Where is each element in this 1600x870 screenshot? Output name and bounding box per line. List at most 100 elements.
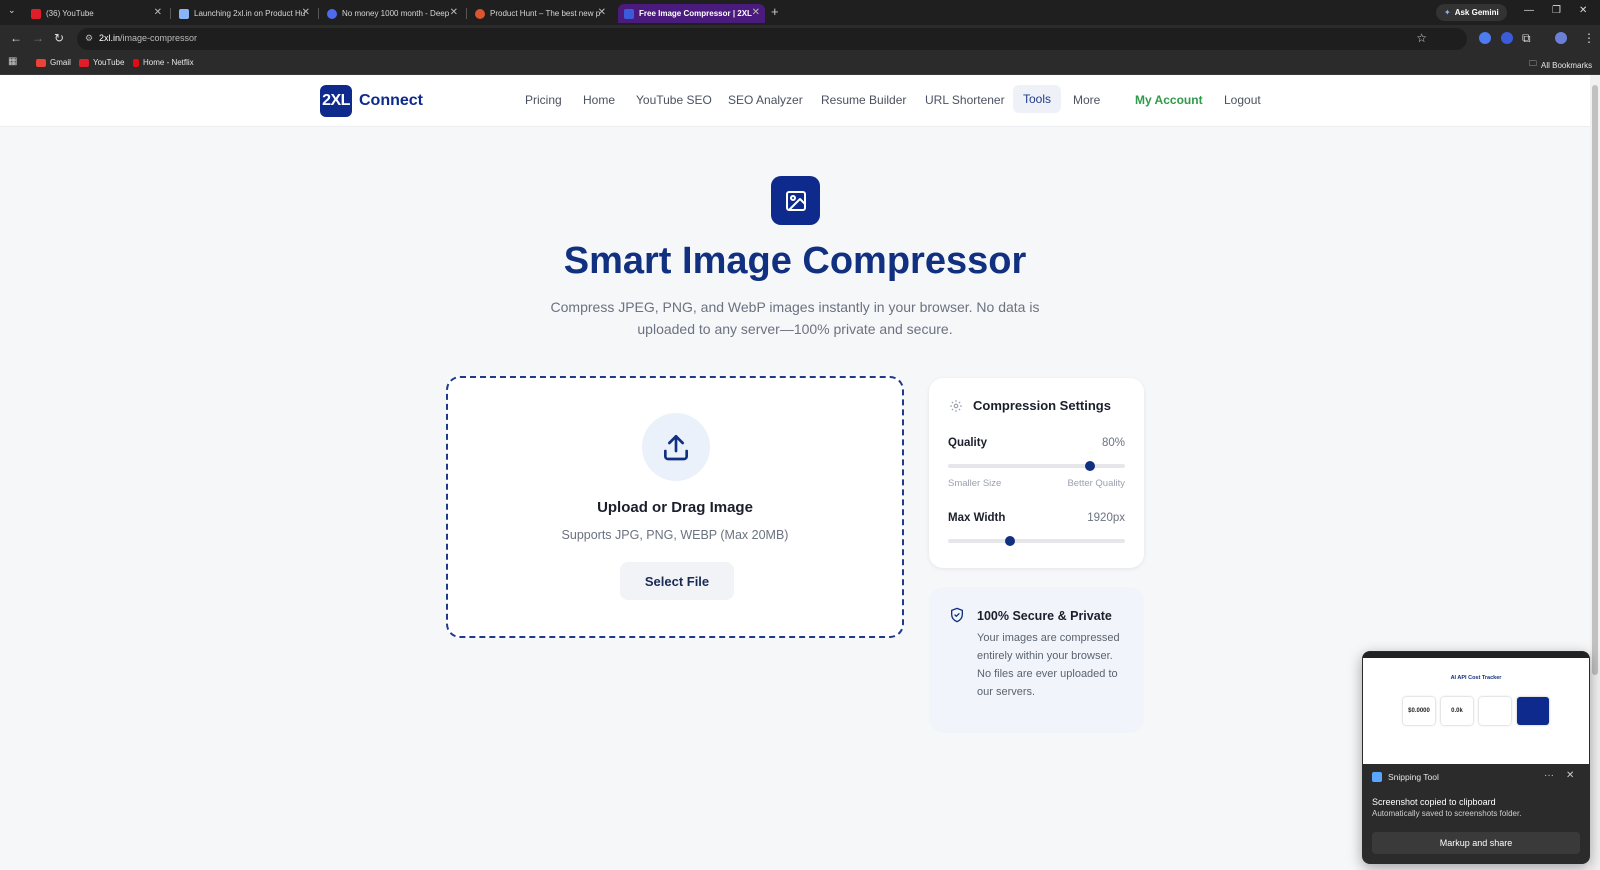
site-header: 2XL Connect Pricing Home YouTube SEO SEO… [0, 75, 1590, 127]
bookmark-star-icon[interactable]: ☆ [1416, 31, 1427, 45]
better-quality-label: Better Quality [1067, 478, 1125, 489]
nav-seo-analyzer[interactable]: SEO Analyzer [728, 93, 803, 107]
max-width-value: 1920px [1087, 512, 1125, 524]
address-bar-row: ← → ↻ ⚙ 2xl.in/image-compressor ☆ ⧉ ⋮ [0, 25, 1600, 53]
upload-dropzone[interactable]: Upload or Drag Image Supports JPG, PNG, … [446, 376, 904, 638]
profile-avatar-icon[interactable] [1555, 32, 1567, 44]
quality-label: Quality [948, 437, 987, 449]
bookmark-label: Home - Netflix [143, 58, 194, 67]
more-options-icon[interactable]: ··· [1544, 770, 1554, 781]
quality-slider[interactable] [948, 461, 1125, 471]
snipping-tool-notification[interactable]: AI API Cost Tracker $0.0000 0.0k Snippin… [1362, 651, 1590, 864]
nav-pricing[interactable]: Pricing [525, 93, 562, 107]
page-scrollbar[interactable] [1590, 75, 1600, 870]
nav-my-account[interactable]: My Account [1135, 93, 1203, 107]
back-arrow-icon[interactable]: ← [10, 31, 22, 45]
max-width-slider-thumb[interactable] [1004, 536, 1015, 546]
quality-value: 80% [1101, 437, 1125, 449]
url-path: /image-compressor [120, 33, 198, 43]
nav-resume-builder[interactable]: Resume Builder [821, 93, 906, 107]
close-tab-icon[interactable]: ✕ [450, 7, 458, 18]
nav-more[interactable]: More [1073, 93, 1100, 107]
max-width-label: Max Width [948, 512, 1006, 524]
bookmark-netflix[interactable]: Home - Netflix [133, 58, 194, 67]
secure-body: Your images are compressed entirely with… [977, 632, 1120, 698]
ask-gemini-label: Ask Gemini [1454, 8, 1499, 17]
tab-separator [466, 8, 467, 19]
tab-separator [170, 8, 171, 19]
nav-youtube-seo[interactable]: YouTube SEO [636, 93, 712, 107]
tab-title: Launching 2xl.in on Product Hu [194, 9, 306, 18]
nav-logout[interactable]: Logout [1224, 93, 1261, 107]
tab-title: Free Image Compressor | 2XL [639, 9, 752, 18]
netflix-icon [133, 58, 139, 67]
bookmark-label: Gmail [50, 58, 71, 67]
bookmark-gmail[interactable]: Gmail [36, 58, 71, 67]
preview-tabbar [1363, 652, 1589, 658]
scrollbar-thumb[interactable] [1592, 85, 1598, 675]
logo-mark: 2XL [320, 85, 352, 117]
gemini-sparkle-icon: ✦ [1444, 8, 1451, 17]
omnibox[interactable]: ⚙ 2xl.in/image-compressor ☆ [77, 28, 1467, 50]
quality-slider-thumb[interactable] [1084, 461, 1095, 471]
page-title: Smart Image Compressor [563, 240, 1027, 282]
close-tab-icon[interactable]: ✕ [302, 7, 310, 18]
youtube-icon [79, 58, 89, 67]
tab-deepseek[interactable]: No money 1000 month - Deep ✕ [321, 4, 463, 23]
extension-icon[interactable] [1501, 32, 1513, 44]
youtube-favicon-icon [31, 8, 41, 19]
tab-separator [318, 8, 319, 19]
smaller-size-label: Smaller Size [948, 478, 1002, 489]
site-logo[interactable]: 2XL Connect [320, 85, 423, 117]
all-bookmarks-button[interactable]: 🗀 All Bookmarks [1529, 58, 1592, 72]
tab-image-compressor[interactable]: Free Image Compressor | 2XL ✕ [618, 4, 765, 23]
nav-url-shortener[interactable]: URL Shortener [925, 93, 1005, 107]
close-tab-icon[interactable]: ✕ [154, 7, 162, 18]
settings-title: Compression Settings [973, 398, 1111, 413]
deepseek-favicon-icon [327, 8, 337, 19]
2xl-favicon-icon [624, 8, 634, 19]
upload-hint: Supports JPG, PNG, WEBP (Max 20MB) [561, 528, 789, 542]
max-width-slider[interactable] [948, 536, 1125, 546]
extension-icon[interactable] [1479, 32, 1491, 44]
secure-title: 100% Secure & Private [977, 609, 1112, 623]
preview-card [1517, 697, 1549, 725]
apps-grid-icon[interactable]: ▦ [8, 56, 17, 67]
all-bookmarks-label: All Bookmarks [1541, 60, 1593, 70]
extensions-puzzle-icon[interactable]: ⧉ [1522, 31, 1531, 46]
url-text[interactable]: 2xl.in/image-compressor [99, 33, 197, 43]
close-window-icon[interactable]: ✕ [1579, 5, 1587, 16]
tab-product-hunt[interactable]: Product Hunt – The best new p ✕ [469, 4, 611, 23]
shield-check-icon [951, 607, 963, 623]
gear-icon [950, 399, 962, 412]
minimize-icon[interactable]: — [1524, 5, 1534, 16]
markup-and-share-button[interactable]: Markup and share [1372, 832, 1580, 854]
tab-title: Product Hunt – The best new p [490, 9, 601, 18]
new-tab-button[interactable]: + [771, 4, 779, 19]
tab-youtube[interactable]: (36) YouTube ✕ [25, 4, 167, 23]
nav-tools[interactable]: Tools [1013, 85, 1062, 113]
close-notification-icon[interactable]: ✕ [1566, 770, 1574, 781]
tab-title: No money 1000 month - Deep [342, 9, 450, 18]
select-file-button[interactable]: Select File [620, 562, 734, 600]
close-tab-icon[interactable]: ✕ [752, 7, 760, 18]
bookmark-youtube[interactable]: YouTube [79, 58, 124, 67]
nav-home[interactable]: Home [583, 93, 615, 107]
site-info-icon[interactable]: ⚙ [85, 33, 93, 44]
forward-arrow-icon[interactable]: → [32, 31, 44, 45]
ask-gemini-button[interactable]: ✦ Ask Gemini [1436, 4, 1507, 21]
screenshot-preview[interactable]: AI API Cost Tracker $0.0000 0.0k [1363, 652, 1589, 764]
menu-kebab-icon[interactable]: ⋮ [1583, 31, 1595, 45]
logo-text: Connect [359, 92, 423, 109]
preview-card: $0.0000 [1403, 697, 1435, 725]
tab-search-icon[interactable]: ⌄ [8, 5, 16, 16]
compression-settings-card: Compression Settings Quality 80% Smaller… [929, 378, 1144, 568]
browser-tab-bar: ⌄ (36) YouTube ✕ Launching 2xl.in on Pro… [0, 0, 1600, 25]
reload-icon[interactable]: ↻ [54, 31, 64, 45]
tab-product-hunt-launch[interactable]: Launching 2xl.in on Product Hu ✕ [173, 4, 315, 23]
close-tab-icon[interactable]: ✕ [598, 7, 606, 18]
gmail-icon [36, 58, 46, 67]
restore-icon[interactable]: ❐ [1552, 5, 1561, 16]
toast-subtext: Automatically saved to screenshots folde… [1372, 809, 1522, 818]
folder-icon: 🗀 [1529, 59, 1537, 68]
